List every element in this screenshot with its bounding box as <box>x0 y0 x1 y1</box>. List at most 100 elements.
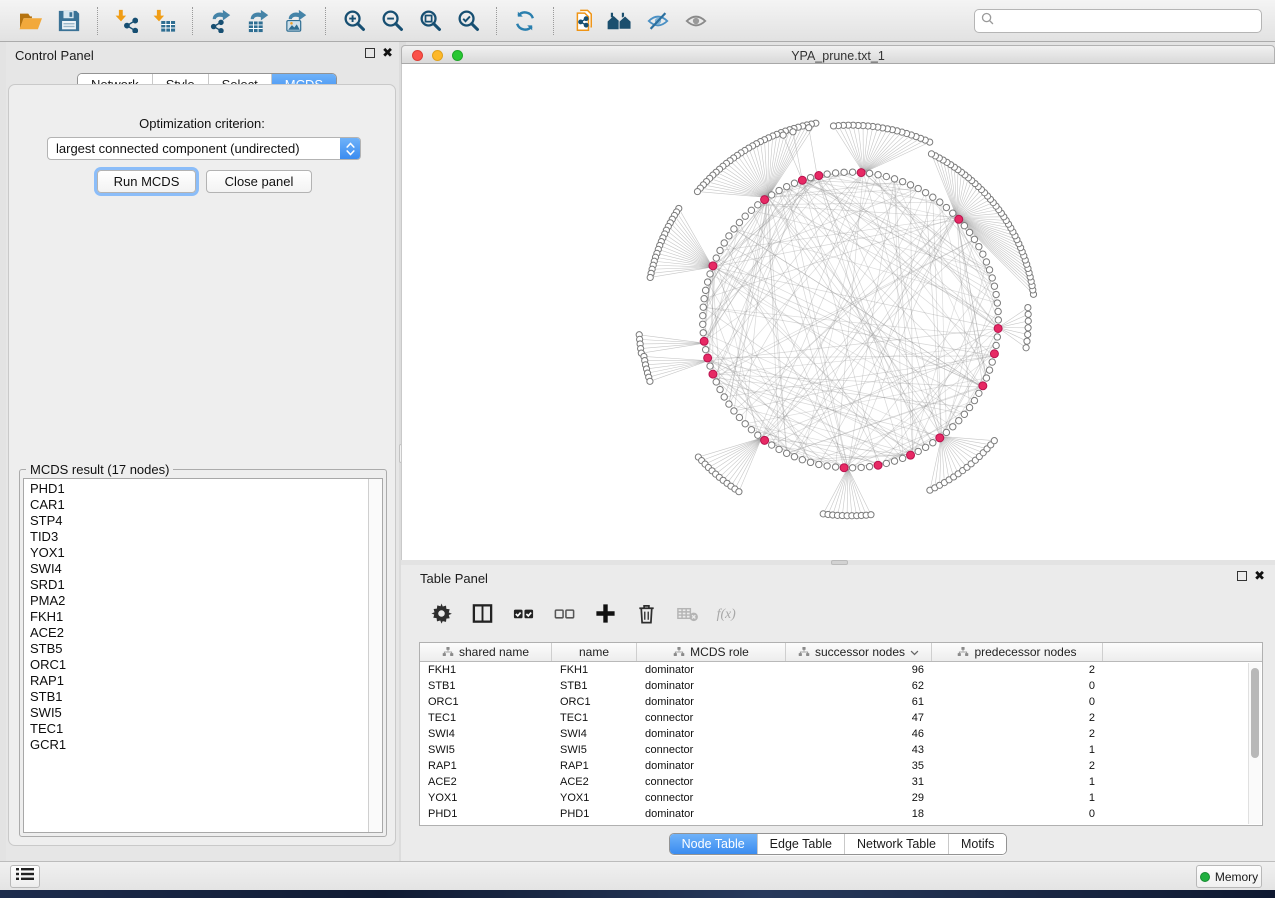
table-cell[interactable]: PHD1 <box>420 808 552 820</box>
table-cell[interactable]: RAP1 <box>552 760 637 772</box>
tab-node-table[interactable]: Node Table <box>670 834 757 854</box>
hide-selected-icon[interactable] <box>643 6 673 36</box>
mcds-result-item[interactable]: SWI4 <box>30 561 382 577</box>
mcds-result-item[interactable]: RAP1 <box>30 673 382 689</box>
table-cell[interactable]: 2 <box>932 760 1103 772</box>
mcds-result-item[interactable]: TID3 <box>30 529 382 545</box>
float-panel-icon[interactable] <box>365 48 375 58</box>
table-cell[interactable]: 96 <box>786 664 932 676</box>
search-box[interactable] <box>974 9 1262 33</box>
table-cell[interactable]: 31 <box>786 776 932 788</box>
table-cell[interactable]: dominator <box>637 808 786 820</box>
mcds-list-scrollbar[interactable] <box>368 479 382 832</box>
table-cell[interactable]: connector <box>637 712 786 724</box>
table-cell[interactable]: 29 <box>786 792 932 804</box>
table-cell[interactable]: STB1 <box>552 680 637 692</box>
table-cell[interactable]: TEC1 <box>420 712 552 724</box>
delete-row-icon[interactable] <box>633 601 659 627</box>
table-cell[interactable]: dominator <box>637 728 786 740</box>
mcds-result-item[interactable]: TEC1 <box>30 721 382 737</box>
table-cell[interactable]: 1 <box>932 744 1103 756</box>
tab-edge-table[interactable]: Edge Table <box>757 834 844 854</box>
table-cell[interactable]: dominator <box>637 760 786 772</box>
close-panel-icon[interactable]: ✖ <box>382 48 393 58</box>
select-all-icon[interactable] <box>510 601 536 627</box>
table-cell[interactable]: SWI5 <box>552 744 637 756</box>
table-cell[interactable]: 62 <box>786 680 932 692</box>
table-row[interactable]: RAP1RAP1dominator352 <box>420 758 1262 774</box>
table-cell[interactable]: PHD1 <box>552 808 637 820</box>
task-history-button[interactable] <box>10 865 40 888</box>
table-cell[interactable]: connector <box>637 792 786 804</box>
table-cell[interactable]: 46 <box>786 728 932 740</box>
mcds-result-item[interactable]: STB5 <box>30 641 382 657</box>
column-header-MCDS-role[interactable]: MCDS role <box>637 643 786 661</box>
table-cell[interactable]: SWI4 <box>552 728 637 740</box>
network-canvas[interactable] <box>401 64 1275 560</box>
open-file-icon[interactable] <box>16 6 46 36</box>
mcds-result-item[interactable]: SWI5 <box>30 705 382 721</box>
table-cell[interactable]: dominator <box>637 664 786 676</box>
import-network-icon[interactable] <box>111 6 141 36</box>
mcds-result-item[interactable]: SRD1 <box>30 577 382 593</box>
table-cell[interactable]: connector <box>637 776 786 788</box>
export-table-icon[interactable] <box>244 6 274 36</box>
column-header-predecessor-nodes[interactable]: predecessor nodes <box>932 643 1103 661</box>
table-cell[interactable]: 0 <box>932 680 1103 692</box>
table-cell[interactable]: 18 <box>786 808 932 820</box>
close-panel-button[interactable]: Close panel <box>206 170 312 193</box>
zoom-selected-icon[interactable] <box>453 6 483 36</box>
zoom-fit-icon[interactable] <box>415 6 445 36</box>
table-row[interactable]: ORC1ORC1dominator610 <box>420 694 1262 710</box>
table-cell[interactable]: 2 <box>932 664 1103 676</box>
table-cell[interactable]: 2 <box>932 728 1103 740</box>
save-session-icon[interactable] <box>54 6 84 36</box>
table-cell[interactable]: 1 <box>932 792 1103 804</box>
show-all-icon[interactable] <box>605 6 635 36</box>
mcds-result-item[interactable]: PHD1 <box>30 481 382 497</box>
node-table[interactable]: shared namenameMCDS rolesuccessor nodesp… <box>419 642 1263 826</box>
table-cell[interactable]: 2 <box>932 712 1103 724</box>
export-image-icon[interactable] <box>282 6 312 36</box>
new-network-from-selection-icon[interactable] <box>567 6 597 36</box>
column-header-shared-name[interactable]: shared name <box>420 643 552 661</box>
mcds-result-item[interactable]: FKH1 <box>30 609 382 625</box>
deselect-all-icon[interactable] <box>551 601 577 627</box>
column-header-name[interactable]: name <box>552 643 637 661</box>
table-cell[interactable]: dominator <box>637 680 786 692</box>
network-window-titlebar[interactable]: YPA_prune.txt_1 <box>401 45 1275 64</box>
table-cell[interactable]: ORC1 <box>552 696 637 708</box>
table-cell[interactable]: ACE2 <box>552 776 637 788</box>
table-cell[interactable]: FKH1 <box>420 664 552 676</box>
table-row[interactable]: FKH1FKH1dominator962 <box>420 662 1262 678</box>
table-scrollbar-thumb[interactable] <box>1251 668 1259 758</box>
table-cell[interactable]: YOX1 <box>420 792 552 804</box>
tab-motifs[interactable]: Motifs <box>948 834 1006 854</box>
mcds-result-list[interactable]: PHD1CAR1STP4TID3YOX1SWI4SRD1PMA2FKH1ACE2… <box>23 478 383 833</box>
table-cell[interactable]: 0 <box>932 696 1103 708</box>
table-row[interactable]: SWI4SWI4dominator462 <box>420 726 1262 742</box>
table-cell[interactable]: YOX1 <box>552 792 637 804</box>
close-table-panel-icon[interactable]: ✖ <box>1254 571 1265 581</box>
table-cell[interactable]: RAP1 <box>420 760 552 772</box>
table-cell[interactable]: ORC1 <box>420 696 552 708</box>
mcds-result-item[interactable]: YOX1 <box>30 545 382 561</box>
table-cell[interactable]: 0 <box>932 808 1103 820</box>
show-columns-icon[interactable] <box>469 601 495 627</box>
table-cell[interactable]: dominator <box>637 696 786 708</box>
mcds-result-item[interactable]: ACE2 <box>30 625 382 641</box>
table-cell[interactable]: STB1 <box>420 680 552 692</box>
zoom-out-icon[interactable] <box>377 6 407 36</box>
mcds-result-item[interactable]: CAR1 <box>30 497 382 513</box>
refresh-icon[interactable] <box>510 6 540 36</box>
settings-gear-icon[interactable] <box>428 601 454 627</box>
network-graph[interactable] <box>402 64 1275 560</box>
float-table-panel-icon[interactable] <box>1237 571 1247 581</box>
table-row[interactable]: STB1STB1dominator620 <box>420 678 1262 694</box>
table-row[interactable]: PHD1PHD1dominator180 <box>420 806 1262 822</box>
import-table-icon[interactable] <box>149 6 179 36</box>
export-network-icon[interactable] <box>206 6 236 36</box>
add-row-icon[interactable] <box>592 601 618 627</box>
table-cell[interactable]: SWI4 <box>420 728 552 740</box>
mcds-result-item[interactable]: STB1 <box>30 689 382 705</box>
